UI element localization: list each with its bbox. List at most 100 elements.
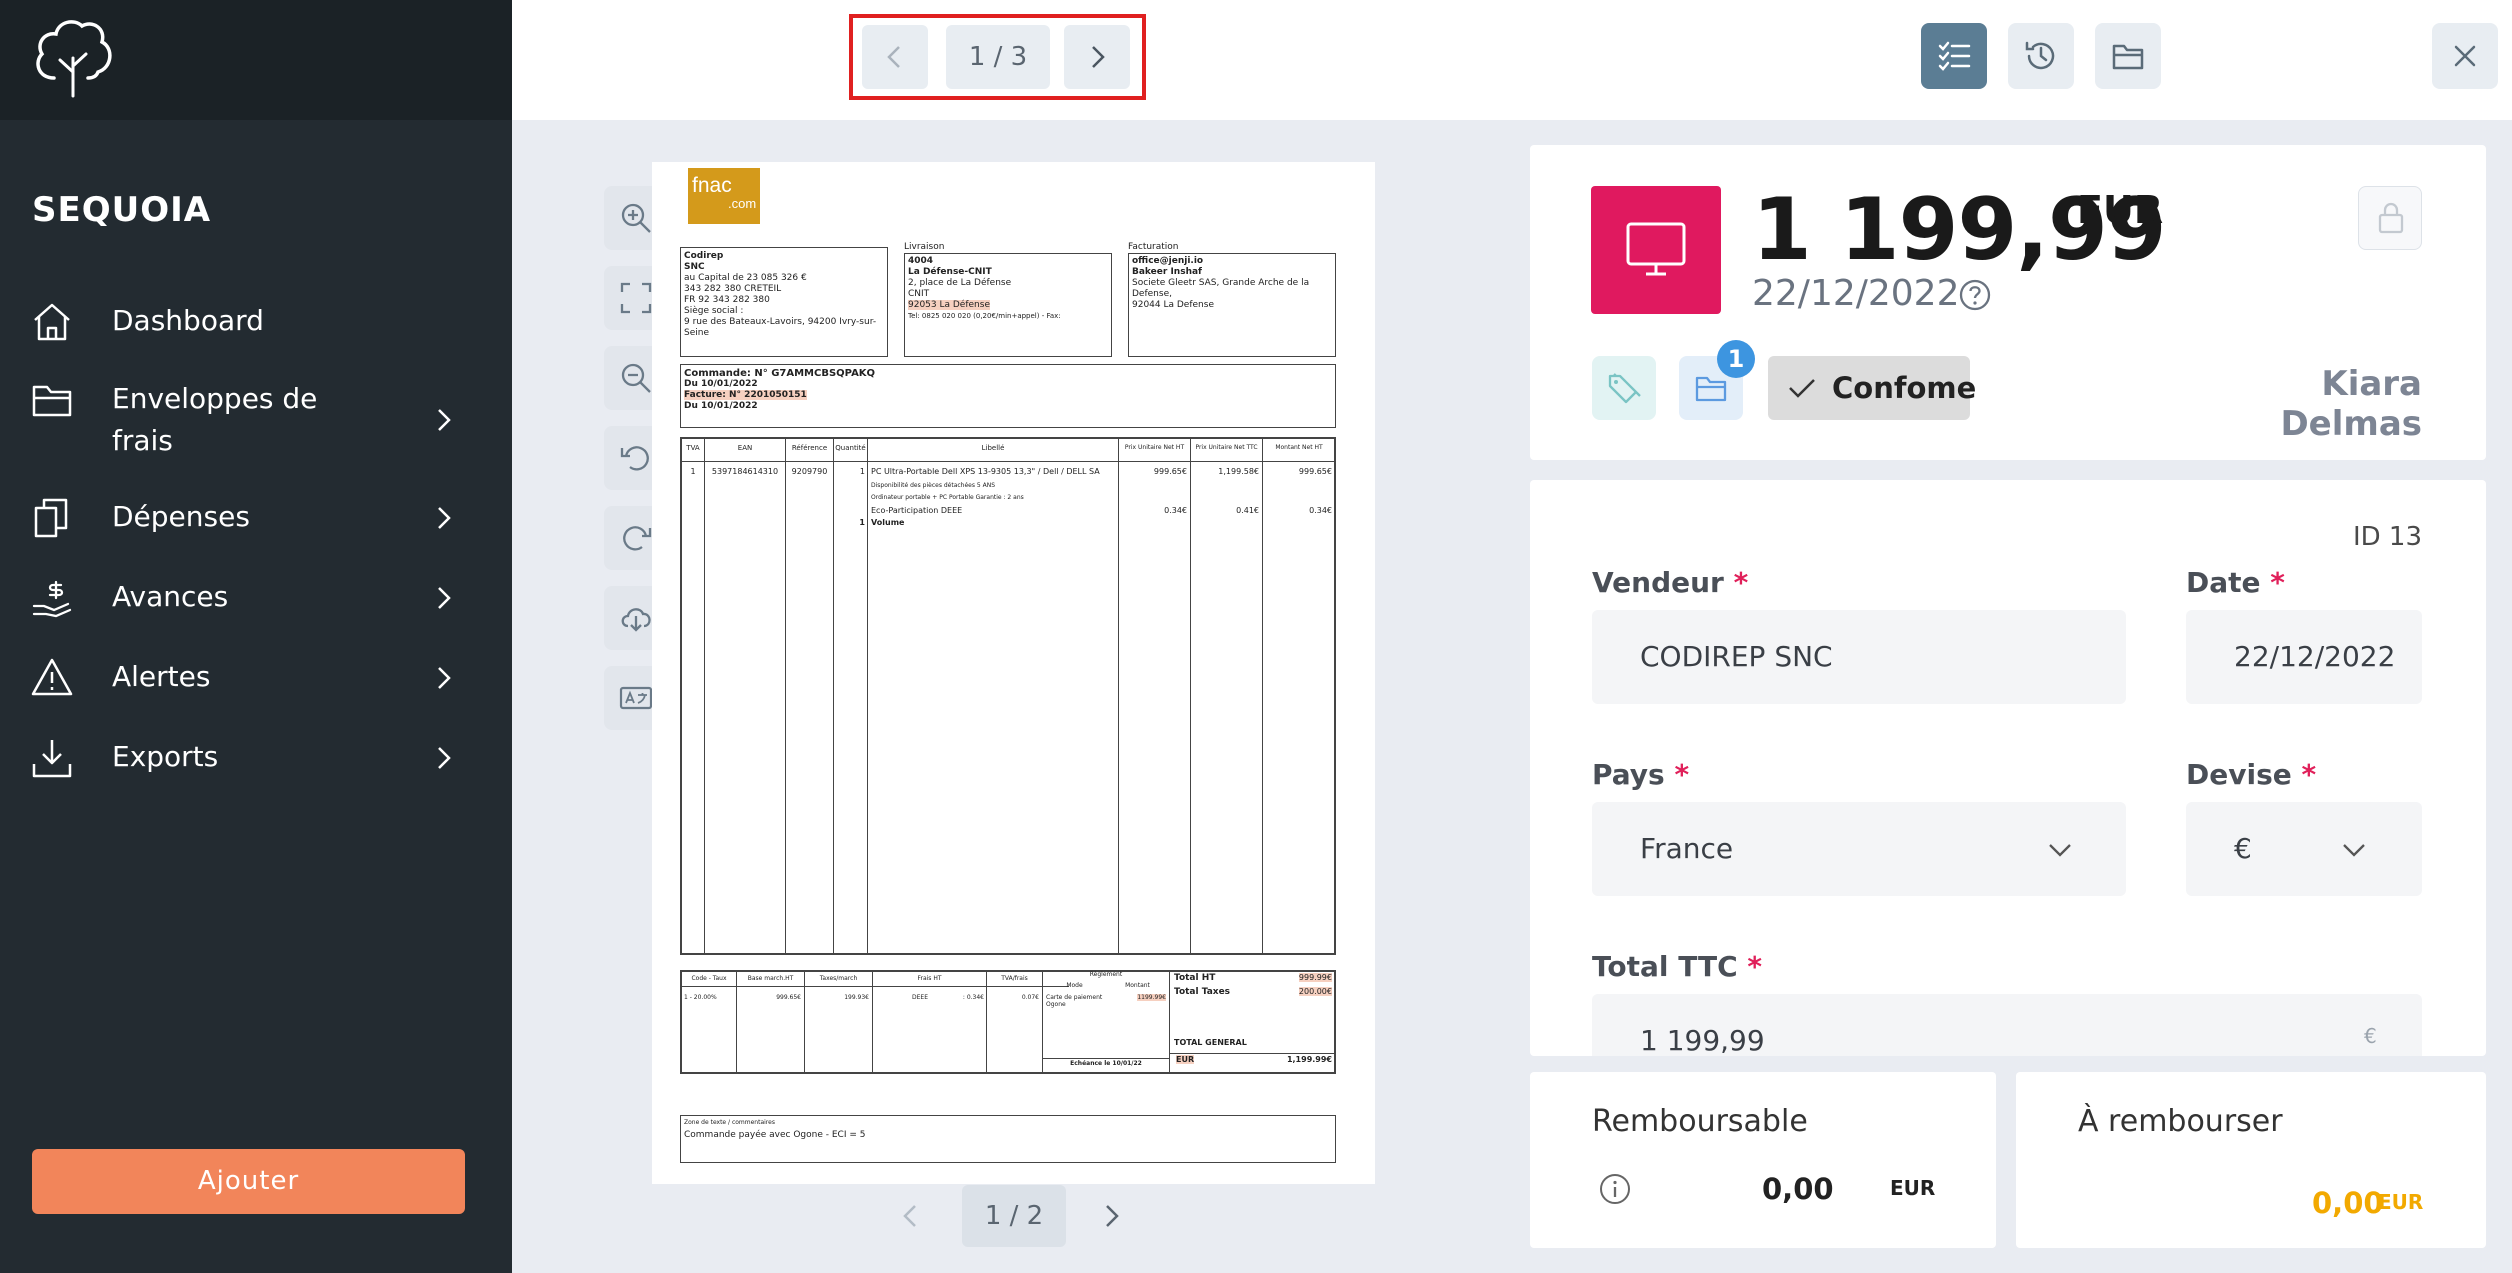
row-eco-amount: 0.34€ (1309, 506, 1332, 515)
total-ht-label: Total HT (1174, 973, 1216, 983)
seller-line: 343 282 380 CRETEIL (684, 284, 782, 294)
order-number: Commande: N° G7AMMCBSQPAKQ (684, 368, 876, 379)
sidebar-item-alertes[interactable]: Alertes (0, 656, 512, 700)
chevron-down-icon (2049, 844, 2071, 857)
expense-owner[interactable]: Kiara Delmas (2200, 364, 2422, 444)
history-button[interactable] (2008, 23, 2074, 89)
a-rembourser-label: À rembourser (2078, 1104, 2283, 1139)
sidebar-item-label-line2: frais (112, 424, 173, 457)
devise-label-text: Devise (2186, 758, 2292, 791)
seller-info: Codirep SNC au Capital de 23 085 326 € 3… (684, 251, 884, 339)
row-qty-volume: 1 (859, 518, 865, 527)
tax-cell: : 0.34€ (962, 994, 984, 1001)
delivery-line: 92053 La Défense (908, 300, 990, 310)
pays-select[interactable]: France (1592, 802, 2126, 896)
order-info: Commande: N° G7AMMCBSQPAKQ Du 10/01/2022… (684, 368, 1324, 412)
chevron-right-icon (438, 587, 451, 609)
row-label: PC Ultra-Portable Dell XPS 13-9305 13,3"… (871, 467, 1100, 476)
fullscreen-icon (620, 282, 652, 314)
required-mark: * (1733, 566, 1749, 599)
tax-divider (804, 971, 805, 1073)
add-button[interactable]: Ajouter (32, 1149, 465, 1214)
sidebar-item-enveloppes[interactable]: Enveloppes de frais (0, 378, 512, 462)
help-icon[interactable] (1958, 278, 1992, 312)
row-pu-ttc: 1,199.58€ (1218, 467, 1259, 476)
a-rembourser-card: À rembourser 0,00 EUR (2016, 1072, 2486, 1248)
top-bar (512, 0, 2512, 120)
doc-previous-page-button[interactable] (880, 1185, 942, 1247)
category-tile[interactable] (1591, 186, 1721, 314)
chevron-right-icon (438, 507, 451, 529)
vendeur-value: CODIREP SNC (1640, 640, 1833, 673)
folder-button[interactable] (2095, 23, 2161, 89)
sidebar-item-dashboard[interactable]: Dashboard (0, 300, 512, 342)
row-amount: 999.65€ (1298, 467, 1332, 476)
total-ht: 999.99€ (1298, 973, 1332, 982)
doc-page-indicator: 1 / 2 (962, 1185, 1066, 1247)
total-unit: € (2364, 1024, 2377, 1048)
table-divider (1190, 438, 1191, 954)
total-field[interactable]: 1 199,99 € (1592, 994, 2422, 1056)
total-value: 1 199,99 (1640, 1024, 1765, 1056)
next-page-button[interactable] (1064, 25, 1130, 89)
logo-bar (0, 0, 512, 120)
tax-cell: 1 - 20.00% (684, 994, 717, 1001)
chevron-down-icon (2343, 844, 2365, 857)
status-label: Confome (1832, 371, 1977, 405)
devise-label: Devise * (2186, 758, 2316, 791)
checklist-icon (1938, 41, 1971, 71)
tree-logo-icon[interactable] (30, 12, 116, 98)
total-general: 1,199.99€ (1286, 1055, 1332, 1064)
previous-page-button[interactable] (862, 25, 928, 89)
sidebar-item-exports[interactable]: Exports (0, 736, 512, 780)
col-header: Prix Unitaire Net HT (1124, 444, 1185, 451)
row-qty: 1 (859, 467, 865, 476)
required-mark: * (2301, 758, 2317, 791)
checklist-button[interactable] (1921, 23, 1987, 89)
folder-count-badge: 1 (1717, 340, 1755, 378)
devise-select[interactable]: € (2186, 802, 2422, 896)
date-value: 22/12/2022 (2234, 640, 2396, 673)
sidebar-item-avances[interactable]: Avances (0, 576, 512, 620)
sidebar-item-label: Dashboard (112, 304, 264, 337)
tax-col-header: Code - Taux (691, 975, 727, 982)
tag-button[interactable] (1592, 356, 1656, 420)
tax-col-header: Base march.HT (747, 975, 794, 982)
invoice-date: Du 10/01/2022 (684, 401, 758, 411)
tax-cell: 999.65€ (776, 994, 801, 1001)
sidebar-item-label: Enveloppes de (112, 382, 318, 415)
tax-cell: DEEE (912, 994, 928, 1001)
lock-button[interactable] (2358, 186, 2422, 250)
expense-form: ID 13 Vendeur * CODIREP SNC Date * 22/12… (1530, 480, 2486, 1056)
col-header: Quantité (835, 444, 866, 452)
date-field[interactable]: 22/12/2022 (2186, 610, 2422, 704)
pays-label: Pays * (1592, 758, 1689, 791)
required-mark: * (1747, 950, 1763, 983)
status-button[interactable]: Confome (1768, 356, 1976, 420)
chevron-right-icon (1106, 1205, 1119, 1227)
check-icon (1789, 379, 1815, 398)
expense-id: ID 13 (2352, 522, 2422, 552)
vendeur-field[interactable]: CODIREP SNC (1592, 610, 2126, 704)
a-rembourser-currency: EUR (2378, 1190, 2424, 1214)
seller-line: au Capital de 23 085 326 € (684, 273, 807, 283)
delivery-info: 4004 La Défense-CNIT 2, place de La Défe… (908, 256, 1108, 322)
info-icon[interactable] (1598, 1172, 1632, 1206)
pay-amount: 1199.99€ (1137, 994, 1166, 1001)
delivery-line: 2, place de La Défense (908, 278, 1012, 288)
sidebar-item-depenses[interactable]: Dépenses (0, 496, 512, 540)
table-divider (785, 438, 786, 954)
zoom-out-icon (621, 363, 651, 393)
close-button[interactable] (2432, 23, 2498, 89)
doc-next-page-button[interactable] (1080, 1185, 1142, 1247)
order-date: Du 10/01/2022 (684, 379, 758, 389)
remboursable-currency: EUR (1890, 1176, 1936, 1200)
chevron-left-icon (887, 46, 900, 68)
folder-icon (2112, 44, 2144, 70)
document-preview[interactable]: fnac .com Codirep SNC au Capital de 23 0… (652, 162, 1375, 1184)
vendeur-label: Vendeur * (1592, 566, 1748, 599)
row-eco-ttc: 0.41€ (1236, 506, 1259, 515)
row-ref: 9209790 (791, 467, 828, 476)
devise-value: € (2234, 832, 2252, 865)
reglement-title: Règlement (1089, 971, 1123, 978)
